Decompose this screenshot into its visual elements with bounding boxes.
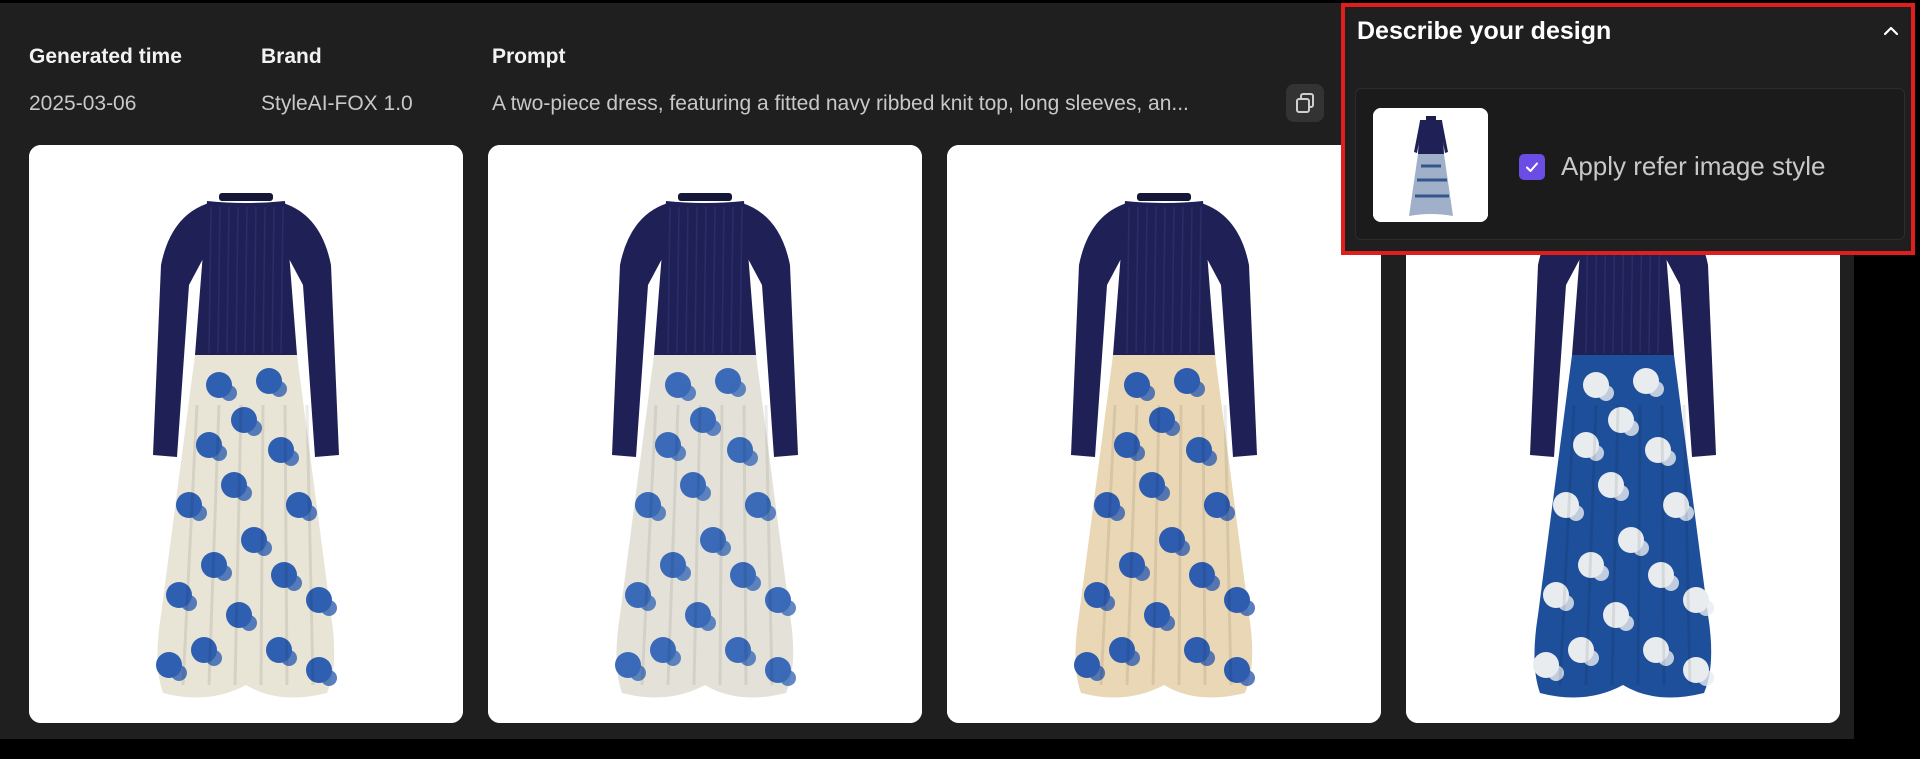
prompt-value: A two-piece dress, featuring a fitted na…	[492, 92, 1189, 115]
meta-prompt: Prompt A two-piece dress, featuring a fi…	[492, 45, 1189, 115]
dress-image	[488, 145, 922, 723]
generated-time-value: 2025-03-06	[29, 92, 137, 115]
prompt-label: Prompt	[492, 45, 566, 68]
copy-icon	[1296, 93, 1314, 113]
collapse-panel-button[interactable]	[1881, 21, 1901, 46]
apply-style-checkbox[interactable]	[1519, 154, 1545, 180]
describe-design-panel: Describe your design Apply refer image s…	[1341, 3, 1915, 255]
generated-time-label: Generated time	[29, 45, 182, 68]
dress-image	[947, 145, 1381, 723]
generated-image-card[interactable]	[29, 145, 463, 723]
dress-thumbnail-icon	[1373, 108, 1488, 222]
brand-value: StyleAI-FOX 1.0	[261, 92, 413, 115]
copy-prompt-button[interactable]	[1286, 84, 1324, 122]
reference-image-thumbnail[interactable]	[1373, 108, 1488, 222]
reference-image-box: Apply refer image style	[1355, 88, 1905, 240]
generated-image-card[interactable]	[488, 145, 922, 723]
meta-brand: Brand StyleAI-FOX 1.0	[261, 45, 413, 115]
brand-label: Brand	[261, 45, 322, 68]
panel-title: Describe your design	[1357, 17, 1612, 45]
apply-style-label[interactable]: Apply refer image style	[1561, 151, 1825, 182]
check-icon	[1526, 162, 1538, 172]
meta-generated-time: Generated time 2025-03-06	[29, 45, 182, 115]
dress-image	[29, 145, 463, 723]
generated-image-card[interactable]	[947, 145, 1381, 723]
chevron-up-icon	[1883, 26, 1899, 36]
